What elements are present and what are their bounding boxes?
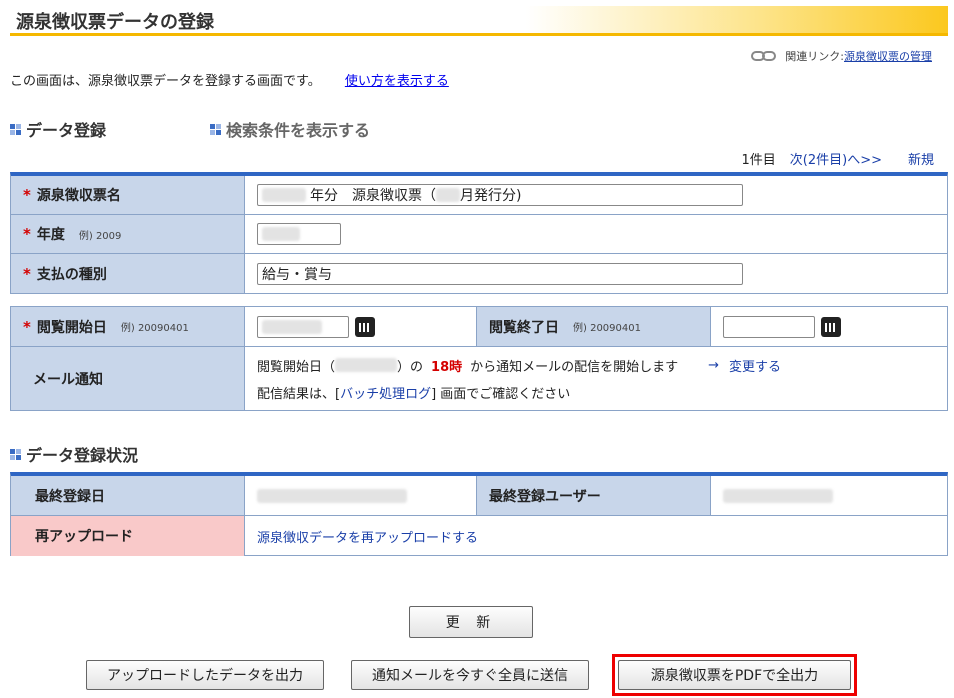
label-text: メール通知 <box>33 371 103 388</box>
value-mail-notify: 閲覧開始日（ ）の 18時 から通知メールの配信を開始します → 変更する 配信… <box>245 347 947 410</box>
intro-description: この画面は、源泉徴収票データを登録する画面です。 <box>10 74 321 89</box>
section-square-icon <box>10 123 21 135</box>
label-text: 年度 <box>36 227 65 243</box>
pager-next-link[interactable]: 次(2件目)へ>> <box>790 149 882 168</box>
arrow-right-icon: → <box>708 357 720 373</box>
label-text: 再アップロード <box>35 529 133 545</box>
required-mark: * <box>23 225 31 243</box>
blurred-mail-date <box>335 358 398 372</box>
label-text: 最終登録ユーザー <box>489 488 601 505</box>
label-payment-type: * 支払の種別 <box>11 254 245 293</box>
export-pdf-all-button[interactable]: 源泉徴収票をPDFで全出力 <box>618 660 851 690</box>
value-payment-type: 給与・賞与 <box>245 254 947 293</box>
blurred-year <box>262 188 306 202</box>
required-mark: * <box>23 186 31 204</box>
label-text: 源泉徴収票名 <box>36 188 121 204</box>
withholding-name-input[interactable]: 年分 源泉徴収票（ 月発行分) <box>257 184 743 206</box>
intro-text: この画面は、源泉徴収票データを登録する画面です。 使い方を表示する <box>10 70 449 89</box>
pager-new-link[interactable]: 新規 <box>908 149 934 168</box>
name-text-part1: 年分 源泉徴収票（ <box>310 188 436 204</box>
end-example: 例) 20090401 <box>573 323 641 334</box>
payment-type-value: 給与・賞与 <box>262 266 332 283</box>
label-last-user: 最終登録ユーザー <box>477 476 711 515</box>
form-panel-main: * 源泉徴収票名 年分 源泉徴収票（ 月発行分) * 年度 例) 2009 * … <box>10 172 948 294</box>
blurred-year-value <box>262 227 300 241</box>
view-end-input[interactable] <box>723 315 815 338</box>
result-text-2: ] 画面でご確認ください <box>431 386 571 402</box>
mail-text-2: ）の <box>397 359 424 375</box>
label-text: 閲覧開始日 <box>36 319 107 336</box>
send-mail-all-button[interactable]: 通知メールを今すぐ全員に送信 <box>351 660 589 690</box>
show-search-toggle[interactable]: 検索条件を表示する <box>210 117 370 141</box>
value-reupload: 源泉徴収データを再アップロードする <box>245 516 947 556</box>
mail-time: 18時 <box>431 359 463 375</box>
page-title: 源泉徴収票データの登録 <box>16 12 214 33</box>
mail-notify-line1: 閲覧開始日（ ）の 18時 から通知メールの配信を開始します → 変更する <box>257 356 781 375</box>
row-view-dates: * 閲覧開始日 例) 20090401 閲覧終了日 例) 20090401 <box>11 307 947 347</box>
section-square-icon <box>210 123 221 135</box>
blurred-last-user <box>723 488 833 503</box>
section-title: データ登録 <box>26 121 107 140</box>
chain-link-icon <box>751 51 777 61</box>
mail-text-3: から通知メールの配信を開始します <box>470 359 679 375</box>
calendar-icon[interactable] <box>355 316 375 337</box>
row-year: * 年度 例) 2009 <box>11 215 947 254</box>
export-uploaded-data-button[interactable]: アップロードしたデータを出力 <box>86 660 324 690</box>
batch-log-link[interactable]: バッチ処理ログ <box>340 387 431 402</box>
label-withholding-name: * 源泉徴収票名 <box>11 176 245 214</box>
related-label: 関連リンク: <box>785 50 844 63</box>
value-last-date <box>245 476 477 515</box>
value-view-end <box>711 307 947 346</box>
start-example: 例) 20090401 <box>120 323 189 334</box>
title-bar: 源泉徴収票データの登録 <box>10 6 948 36</box>
label-reupload: 再アップロード <box>11 516 245 556</box>
calendar-icon[interactable] <box>821 316 841 337</box>
update-button[interactable]: 更 新 <box>409 606 533 638</box>
blurred-month <box>436 188 460 202</box>
year-example: 例) 2009 <box>78 230 122 242</box>
value-last-user <box>711 476 947 515</box>
section-data-register: データ登録 <box>10 117 106 141</box>
pager: 1件目 次(2件目)へ>> 新規 <box>742 149 935 168</box>
label-text: 支払の種別 <box>36 266 107 283</box>
view-start-input[interactable] <box>257 315 349 338</box>
label-year: * 年度 例) 2009 <box>11 215 245 253</box>
value-withholding-name: 年分 源泉徴収票（ 月発行分) <box>245 176 947 214</box>
payment-type-input[interactable]: 給与・賞与 <box>257 262 743 285</box>
label-text: 最終登録日 <box>35 488 105 505</box>
show-search-label[interactable]: 検索条件を表示する <box>226 117 370 141</box>
section-title: データ登録状況 <box>26 446 139 465</box>
pager-current: 1件目 <box>741 153 776 168</box>
required-mark: * <box>23 317 31 336</box>
blurred-start-date <box>262 319 322 334</box>
row-last-registered: 最終登録日 最終登録ユーザー <box>11 476 947 516</box>
section-square-icon <box>10 448 21 460</box>
blurred-last-date <box>257 488 407 503</box>
label-view-start: * 閲覧開始日 例) 20090401 <box>11 307 245 346</box>
value-view-start <box>245 307 477 346</box>
change-schedule-link[interactable]: 変更する <box>729 356 781 375</box>
value-year <box>245 215 947 253</box>
label-view-end: 閲覧終了日 例) 20090401 <box>477 307 711 346</box>
required-mark: * <box>23 264 31 283</box>
status-panel: 最終登録日 最終登録ユーザー 再アップロード 源泉徴収データを再アップロードする <box>10 472 948 556</box>
name-text-part2: 月発行分) <box>460 188 522 204</box>
row-mail-notify: メール通知 閲覧開始日（ ）の 18時 から通知メールの配信を開始します → 変… <box>11 347 947 410</box>
help-link[interactable]: 使い方を表示する <box>345 74 449 89</box>
label-mail-notify: メール通知 <box>11 347 245 410</box>
mail-notify-line2: 配信結果は、[バッチ処理ログ] 画面でご確認ください <box>257 383 570 402</box>
form-panel-dates: * 閲覧開始日 例) 20090401 閲覧終了日 例) 20090401 メー… <box>10 306 948 411</box>
result-text-1: 配信結果は、[ <box>257 386 341 402</box>
row-withholding-name: * 源泉徴収票名 年分 源泉徴収票（ 月発行分) <box>11 176 947 215</box>
row-payment-type: * 支払の種別 給与・賞与 <box>11 254 947 293</box>
row-reupload: 再アップロード 源泉徴収データを再アップロードする <box>11 516 947 556</box>
label-text: 閲覧終了日 <box>489 319 559 336</box>
reupload-link[interactable]: 源泉徴収データを再アップロードする <box>257 527 478 546</box>
label-last-date: 最終登録日 <box>11 476 245 515</box>
section-status: データ登録状況 <box>10 442 138 466</box>
related-link-withholding-manage[interactable]: 源泉徴収票の管理 <box>844 48 932 64</box>
year-input[interactable] <box>257 223 341 245</box>
mail-text-1: 閲覧開始日（ <box>257 359 336 375</box>
related-links: 関連リンク: 源泉徴収票の管理 <box>751 48 932 64</box>
